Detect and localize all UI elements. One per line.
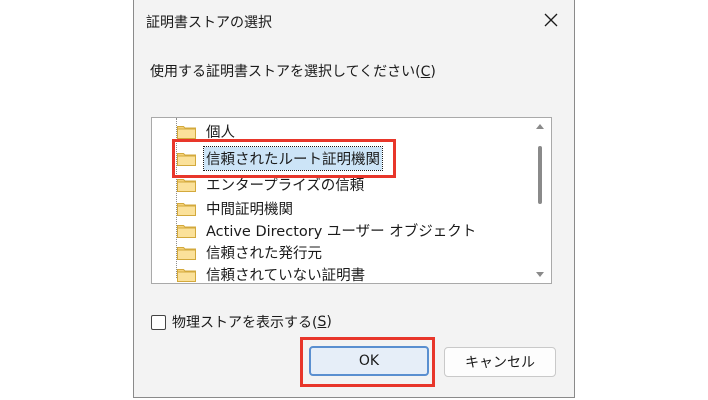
folder-icon <box>177 246 196 260</box>
tree-item-label: 中間証明機関 <box>206 201 293 218</box>
cancel-button[interactable]: キャンセル <box>444 347 556 377</box>
tree-item-label: 信頼されていない証明書 <box>206 267 366 284</box>
tree-item-active-directory-user[interactable]: Active Directory ユーザー オブジェクト <box>177 219 478 241</box>
tree-item-trusted-root[interactable]: 信頼されたルート証明機関 <box>177 145 383 171</box>
folder-icon <box>177 152 196 166</box>
tree-item-personal[interactable]: 個人 <box>177 120 237 142</box>
folder-icon <box>177 202 196 216</box>
folder-icon <box>177 178 196 192</box>
dialog-title: 証明書ストアの選択 <box>146 15 272 31</box>
scroll-down-arrow-icon[interactable] <box>536 272 544 278</box>
tree-item-enterprise-trust[interactable]: エンタープライズの信頼 <box>177 173 366 195</box>
show-physical-stores-row[interactable]: 物理ストアを表示する(S) <box>151 312 332 332</box>
checkbox-label: 物理ストアを表示する( <box>172 315 318 331</box>
tree-item-label: エンタープライズの信頼 <box>206 177 365 194</box>
scroll-up-arrow-icon[interactable] <box>536 123 544 129</box>
checkbox-access-key: S <box>317 314 327 330</box>
prompt-access-key: C <box>420 64 431 80</box>
checkbox-close-paren: ) <box>326 314 332 330</box>
tree-item-intermediate-ca[interactable]: 中間証明機関 <box>177 197 295 219</box>
close-icon <box>544 13 558 27</box>
vertical-scrollbar-thumb[interactable] <box>538 146 542 204</box>
ok-button[interactable]: OK <box>309 346 429 376</box>
tree-item-label: Active Directory ユーザー オブジェクト <box>206 223 477 240</box>
tree-item-untrusted-certificates[interactable]: 信頼されていない証明書 <box>177 263 367 284</box>
folder-icon <box>177 125 196 139</box>
prompt-label: 使用する証明書ストアを選択してください( <box>150 64 421 80</box>
tree-item-label: 信頼されたルート証明機関 <box>203 145 383 171</box>
tree-item-trusted-publishers[interactable]: 信頼された発行元 <box>177 241 324 263</box>
folder-icon <box>177 268 196 282</box>
show-physical-stores-checkbox[interactable] <box>151 314 166 330</box>
prompt-text: 使用する証明書ストアを選択してください(C) <box>150 61 436 81</box>
close-button[interactable] <box>538 8 564 32</box>
prompt-close-paren: ) <box>430 64 436 80</box>
tree-item-label: 個人 <box>206 124 235 141</box>
tree-item-label: 信頼された発行元 <box>206 245 322 262</box>
certificate-store-tree[interactable]: 個人 信頼されたルート証明機関 エンタープライズの信頼 中間証明機関 Activ… <box>151 117 552 284</box>
folder-icon <box>177 224 196 238</box>
select-certificate-store-dialog: 証明書ストアの選択 使用する証明書ストアを選択してください(C) 個人 信頼され… <box>133 0 575 398</box>
